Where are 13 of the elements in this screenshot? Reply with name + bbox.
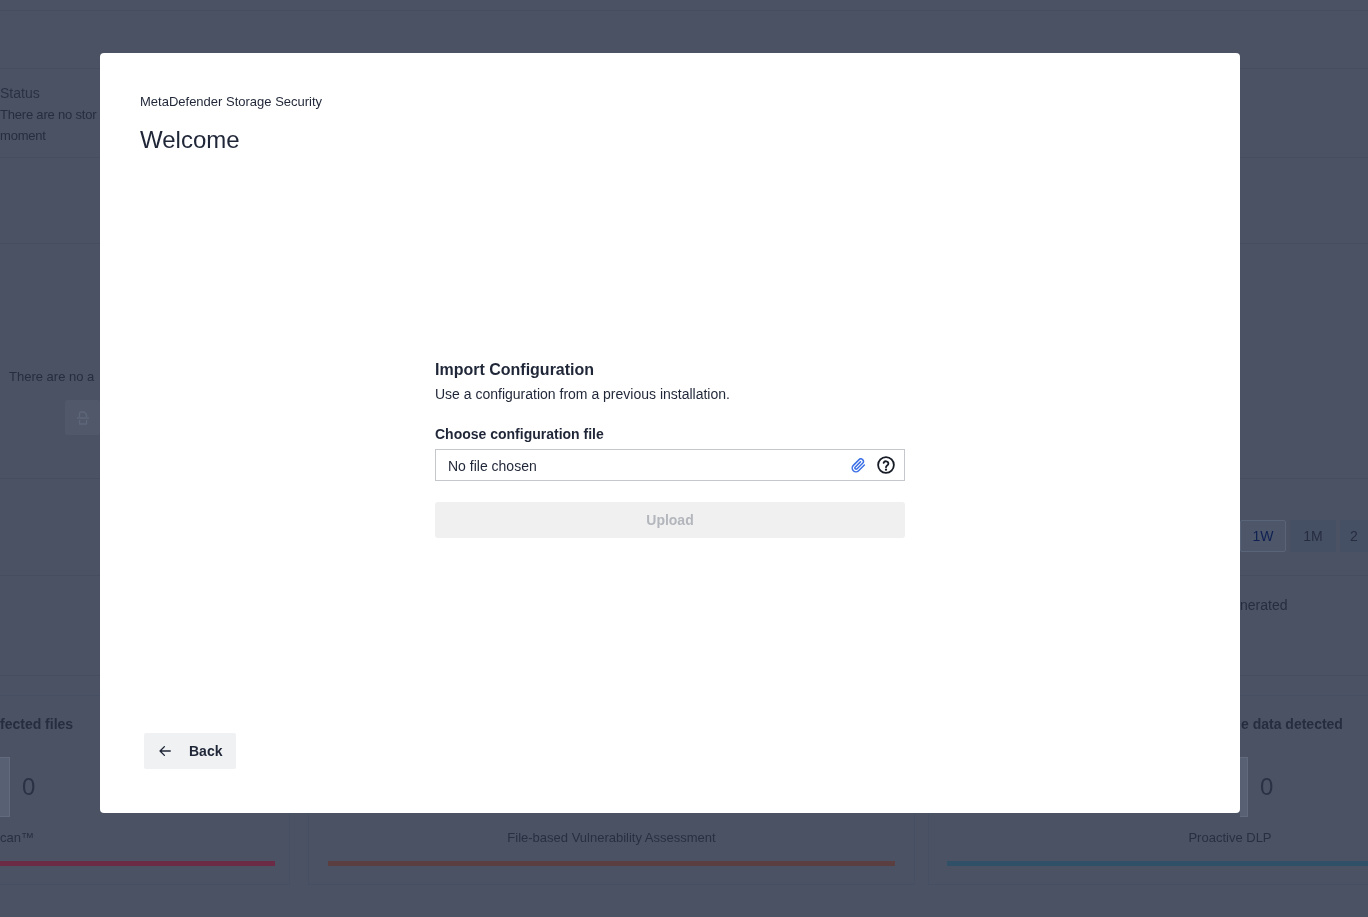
section-title: Import Configuration: [435, 360, 595, 380]
dialog-title: Welcome: [140, 125, 240, 155]
section-description: Use a configuration from a previous installation.: [435, 385, 730, 403]
field-label: Choose configuration file: [435, 425, 604, 443]
metric-tile: [1240, 757, 1248, 817]
metric-tile: [0, 757, 10, 817]
product-name: MetaDefender Storage Security: [140, 94, 323, 110]
paperclip-icon[interactable]: [851, 457, 866, 473]
file-input-field[interactable]: No file chosen: [435, 449, 905, 481]
back-button[interactable]: Back: [144, 733, 237, 769]
range-button[interactable]: 1W: [1240, 520, 1286, 552]
arrow-left-icon: [158, 744, 172, 758]
help-icon[interactable]: [877, 456, 895, 474]
